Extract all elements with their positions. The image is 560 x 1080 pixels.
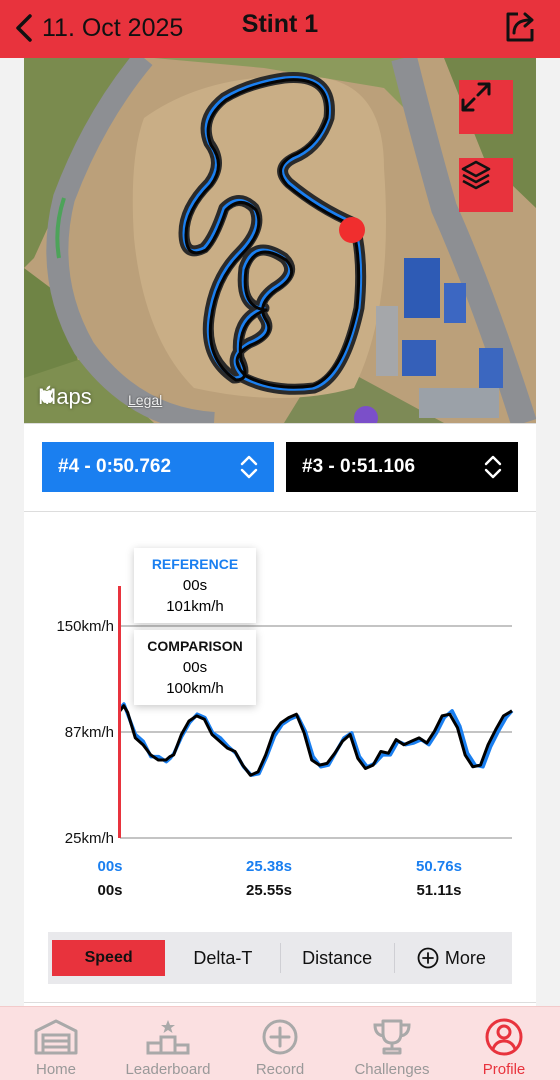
record-plus-icon [262,1019,298,1055]
share-button[interactable] [500,7,540,47]
reference-lap-selector[interactable]: #4 - 0:50.762 [42,442,274,492]
session-date: 11. Oct 2025 [42,13,184,42]
reference-tooltip: REFERENCE 00s 101km/h [134,548,256,623]
back-button[interactable]: 11. Oct 2025 [8,8,183,48]
comparison-lap-selector[interactable]: #3 - 0:51.106 [286,442,518,492]
reference-tooltip-heading: REFERENCE [151,556,239,572]
x-tick-comparison: 51.11s [416,882,462,899]
layers-icon [461,160,491,190]
y-tick-label: 150km/h [56,618,114,635]
tab-record[interactable]: Record [224,1007,336,1080]
tab-label: Home [35,1061,76,1078]
track-map[interactable]: Maps Legal [24,58,536,423]
map-layers-button[interactable] [459,158,513,212]
tab-speed[interactable]: Speed [52,940,166,976]
maps-attribution: Maps [38,384,92,410]
top-bar: 11. Oct 2025 Stint 1 [0,0,560,58]
garage-icon [34,1019,78,1055]
comparison-lap-label: #3 - 0:51.106 [302,456,416,477]
comparison-tooltip-heading: COMPARISON [147,638,243,654]
more-label: More [444,947,486,968]
y-tick-label: 87km/h [65,724,114,741]
comparison-tooltip-speed: 100km/h [166,680,224,697]
x-tick-reference: 50.76s [416,858,462,875]
comparison-tooltip-time: 00s [182,659,208,676]
x-tick-comparison: 25.55s [246,882,292,899]
divider [24,511,536,512]
tab-home[interactable]: Home [0,1007,112,1080]
profile-icon [485,1018,523,1056]
stint-card: Maps Legal #4 - 0:50.762 #3 - 0:51.106 1… [24,58,536,1008]
divider [24,423,536,424]
sort-arrows-icon [240,455,258,479]
tab-distance[interactable]: Distance [281,940,394,976]
tab-label: Leaderboard [125,1061,211,1078]
reference-tooltip-time: 00s [182,577,208,594]
tab-label: Record [255,1061,305,1078]
tab-leaderboard[interactable]: Leaderboard [112,1007,224,1080]
share-icon [506,12,534,42]
chevron-left-icon [8,8,40,48]
more-button[interactable]: More [395,940,508,976]
trophy-icon [373,1019,411,1055]
scrub-cursor[interactable] [118,586,121,838]
divider [24,1002,536,1003]
tab-label: Challenges [354,1061,430,1078]
x-tick-reference: 25.38s [246,858,292,875]
app: 11. Oct 2025 Stint 1 Maps Legal #4 - 0:5… [0,0,560,1080]
speed-chart[interactable]: 150km/h 87km/h 25km/h REFERENCE 00s 101km/… [24,528,536,928]
tab-profile[interactable]: Profile [448,1007,560,1080]
apple-logo-icon [40,385,54,403]
tab-label: Profile [482,1061,526,1078]
plus-circle-icon [417,947,439,969]
reference-lap-label: #4 - 0:50.762 [58,456,172,477]
expand-icon [461,82,491,112]
reference-tooltip-speed: 101km/h [166,598,224,615]
x-tick-reference: 00s [97,858,123,875]
metric-selector: Speed Delta-T Distance More [48,932,512,984]
tab-bar: Home Leaderboard Record Challenges Profi… [0,1006,560,1080]
position-marker [339,217,365,243]
tab-delta-t[interactable]: Delta-T [166,940,279,976]
x-tick-comparison: 00s [97,882,123,899]
sort-arrows-icon [484,455,502,479]
y-tick-label: 25km/h [65,830,114,847]
legal-link[interactable]: Legal [128,392,162,408]
tab-challenges[interactable]: Challenges [336,1007,448,1080]
comparison-tooltip: COMPARISON 00s 100km/h [134,630,256,705]
podium-icon [146,1020,190,1055]
fullscreen-button[interactable] [459,80,513,134]
